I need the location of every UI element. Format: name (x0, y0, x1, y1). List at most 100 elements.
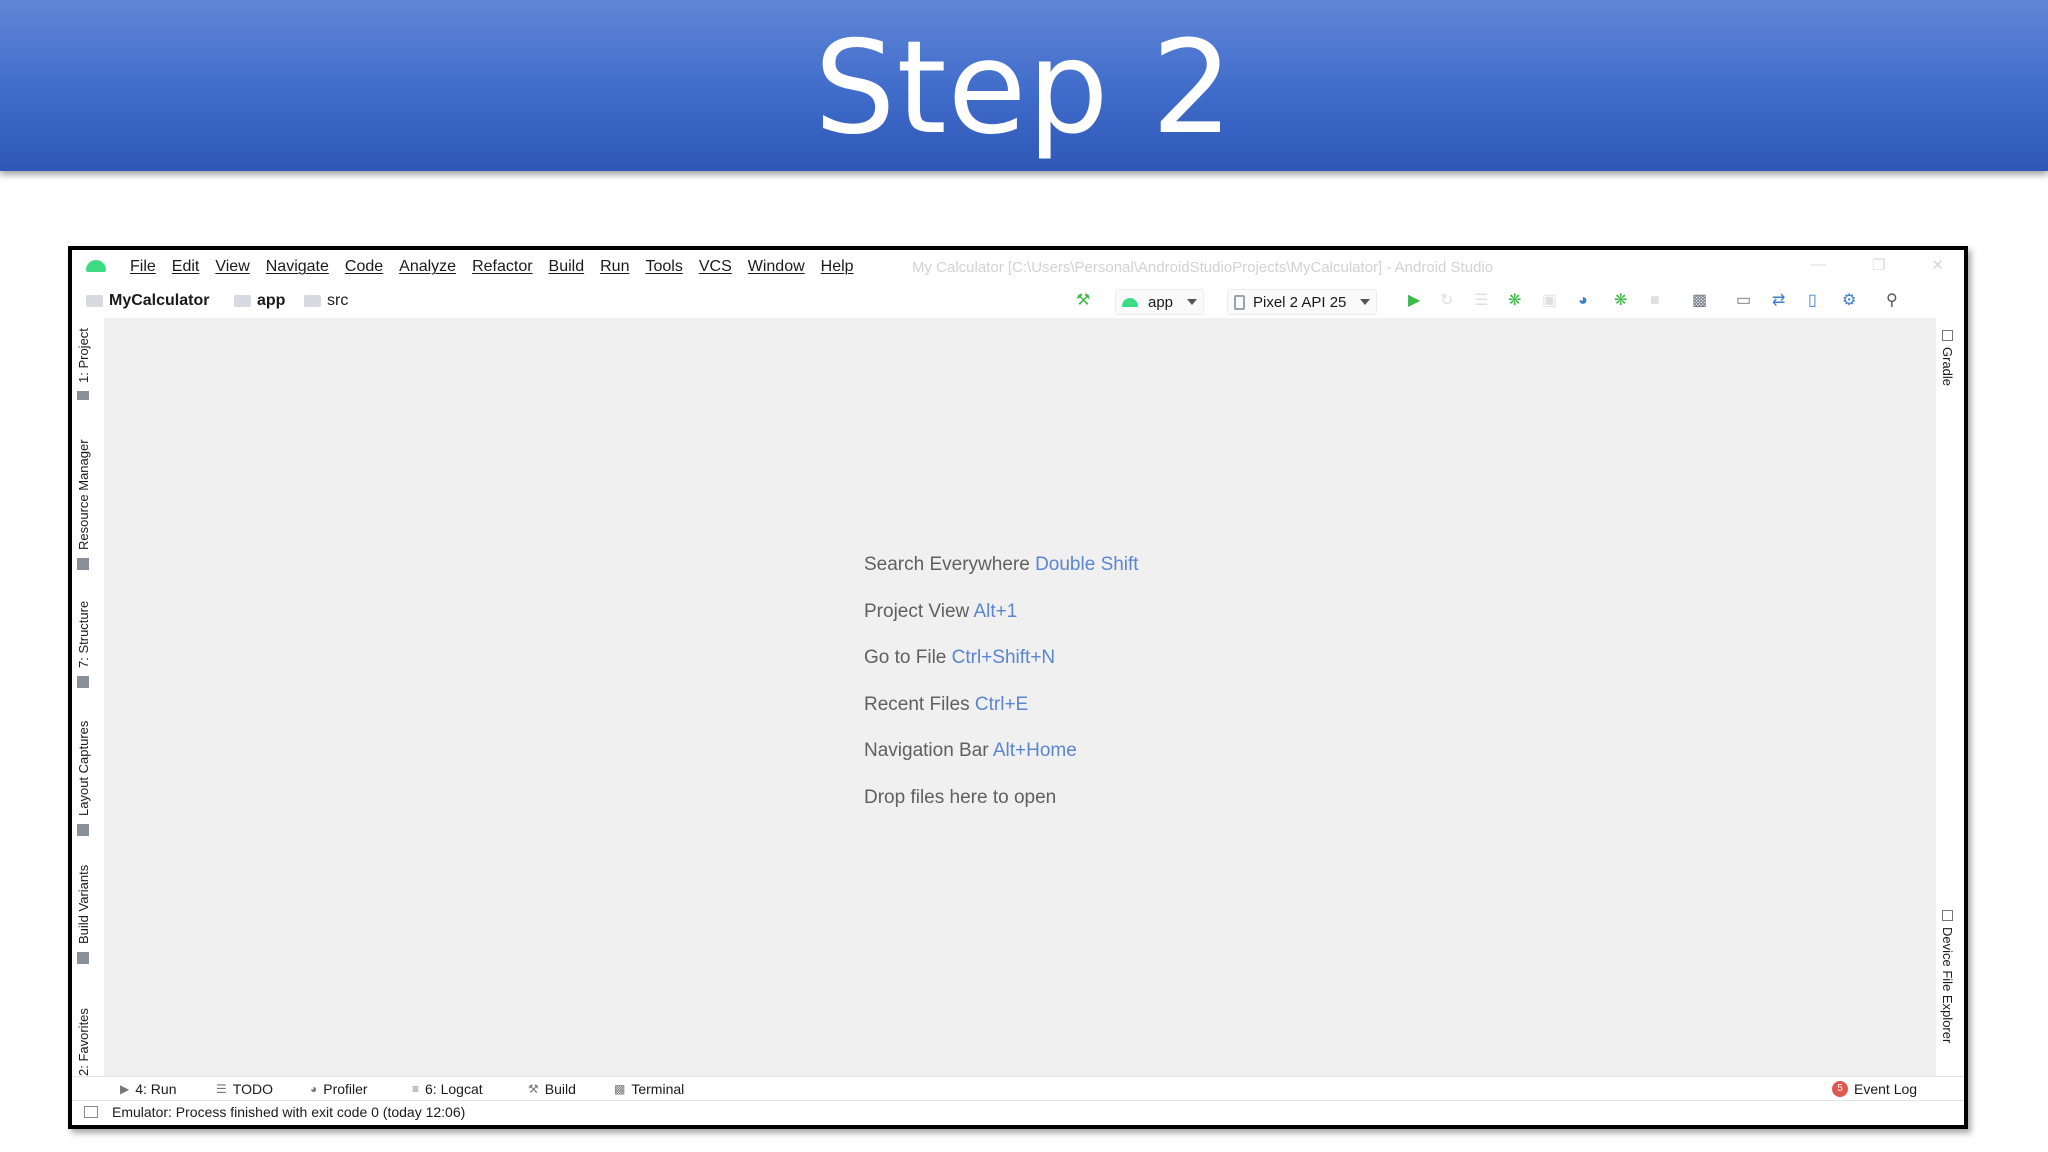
tab-device-file-explorer[interactable]: Device File Explorer (1940, 910, 1955, 1043)
hint-label: Search Everywhere (864, 554, 1030, 575)
menu-analyze[interactable]: Analyze (399, 258, 456, 276)
hint-label: Go to File (864, 647, 947, 668)
hammer-icon: ⚒ (528, 1082, 539, 1096)
tab-todo-label: TODO (232, 1081, 273, 1097)
hint-project-view: Project View Alt+1 (864, 601, 1139, 648)
chevron-down-icon (1187, 299, 1198, 305)
avd-manager-icon[interactable]: ▯ (1808, 293, 1817, 309)
attach-debugger-icon[interactable]: ❋ (1614, 293, 1627, 309)
tab-event-log[interactable]: 5 Event Log (1832, 1081, 1917, 1097)
apply-changes-icon[interactable]: ↻ (1440, 293, 1453, 309)
profiler-icon: ◕ (310, 1082, 318, 1096)
menu-bar: File Edit View Navigate Code Analyze Ref… (72, 250, 1964, 284)
chevron-down-icon (1360, 299, 1371, 305)
menu-edit[interactable]: Edit (172, 258, 200, 276)
resource-manager-icon (77, 558, 90, 570)
tab-todo[interactable]: ☰ TODO (216, 1081, 273, 1097)
tab-layout-captures-label: Layout Captures (76, 720, 91, 816)
tab-structure[interactable]: 7: Structure (76, 598, 91, 688)
tab-gradle[interactable]: Gradle (1940, 330, 1955, 386)
tab-build-label: Build (544, 1081, 576, 1097)
tab-event-log-label: Event Log (1854, 1081, 1918, 1097)
hint-shortcut: Ctrl+Shift+N (951, 647, 1056, 668)
build-variants-icon (77, 952, 90, 964)
hint-shortcut: Alt+Home (992, 740, 1077, 761)
minimize-icon[interactable]: — (1811, 256, 1826, 274)
tab-build[interactable]: ⚒ Build (528, 1081, 576, 1097)
device-icon (1942, 910, 1953, 921)
menu-help[interactable]: Help (821, 258, 854, 276)
hint-label: Navigation Bar (864, 740, 989, 761)
hint-search-everywhere: Search Everywhere Double Shift (864, 554, 1139, 601)
android-studio-window: File Edit View Navigate Code Analyze Ref… (68, 246, 1968, 1129)
tab-run[interactable]: ▶ 4: Run (120, 1081, 176, 1097)
hint-shortcut: Double Shift (1035, 554, 1139, 575)
hint-drop-files: Drop files here to open (864, 787, 1139, 834)
status-toggle-icon[interactable] (84, 1106, 98, 1118)
structure-icon (77, 676, 90, 688)
menu-view[interactable]: View (215, 258, 249, 276)
android-studio-icon (86, 260, 106, 272)
run-icon: ▶ (120, 1082, 130, 1096)
menu-items: File Edit View Navigate Code Analyze Ref… (130, 250, 870, 284)
device-dropdown[interactable]: Pixel 2 API 25 (1227, 289, 1378, 315)
tab-terminal[interactable]: ▩ Terminal (614, 1081, 684, 1097)
sync-gradle-icon[interactable]: ⇄ (1772, 293, 1785, 309)
run-icon[interactable]: ▶ (1408, 293, 1420, 309)
phone-icon (1234, 294, 1245, 310)
menu-code[interactable]: Code (345, 258, 383, 276)
layout-inspector-icon[interactable]: ▭ (1736, 293, 1751, 309)
window-title: My Calculator [C:\Users\Personal\Android… (912, 259, 1494, 276)
tab-build-variants[interactable]: Build Variants (76, 858, 91, 964)
close-icon[interactable]: ✕ (1931, 256, 1944, 274)
menu-refactor[interactable]: Refactor (472, 258, 532, 276)
right-tool-strip: Gradle Device File Explorer (1936, 318, 1964, 1077)
coverage-icon[interactable]: ▣ (1542, 293, 1557, 309)
menu-tools[interactable]: Tools (645, 258, 682, 276)
menu-window[interactable]: Window (748, 258, 805, 276)
left-tool-strip: 1: Project Resource Manager 7: Structure… (72, 318, 104, 1077)
hint-navigation-bar: Navigation Bar Alt+Home (864, 740, 1139, 787)
tab-profiler-label: Profiler (323, 1081, 368, 1097)
project-structure-icon[interactable]: ▩ (1692, 293, 1707, 309)
tab-gradle-label: Gradle (1940, 347, 1955, 387)
hammer-icon[interactable]: ⚒ (1076, 293, 1090, 309)
run-config-dropdown[interactable]: app (1115, 289, 1205, 315)
editor-area[interactable]: Search Everywhere Double Shift Project V… (104, 318, 1936, 1077)
hint-shortcut: Alt+1 (973, 600, 1018, 622)
slide-banner: Step 2 (0, 0, 2048, 171)
tab-favorites-label: 2: Favorites (76, 1008, 91, 1076)
tab-resource-manager-label: Resource Manager (76, 439, 91, 550)
tab-favorites[interactable]: 2: Favorites (76, 994, 91, 1076)
hint-shortcut: Ctrl+E (974, 693, 1029, 715)
menu-run[interactable]: Run (600, 258, 629, 276)
stop-icon[interactable]: ■ (1650, 293, 1660, 309)
profile-icon[interactable]: ◕ (1578, 293, 1588, 309)
status-message: Emulator: Process finished with exit cod… (112, 1104, 466, 1120)
tab-layout-captures[interactable]: Layout Captures (76, 718, 91, 836)
tab-logcat[interactable]: ≡ 6: Logcat (412, 1081, 483, 1097)
hint-label: Recent Files (864, 693, 970, 715)
hint-recent-files: Recent Files Ctrl+E (864, 694, 1139, 741)
logcat-icon: ≡ (412, 1082, 420, 1096)
tab-project[interactable]: 1: Project (76, 328, 91, 400)
sdk-manager-icon[interactable]: ⚙ (1842, 293, 1856, 309)
debug-icon[interactable]: ❋ (1508, 293, 1521, 309)
menu-build[interactable]: Build (549, 258, 585, 276)
hint-label: Project View (864, 600, 970, 622)
search-icon[interactable]: ⚲ (1886, 293, 1898, 309)
menu-vcs[interactable]: VCS (699, 258, 732, 276)
restore-icon[interactable]: ❐ (1872, 256, 1885, 274)
menu-navigate[interactable]: Navigate (266, 258, 329, 276)
device-label: Pixel 2 API 25 (1253, 293, 1347, 311)
status-bar: Emulator: Process finished with exit cod… (72, 1100, 1964, 1125)
tab-device-file-explorer-label: Device File Explorer (1940, 927, 1955, 1044)
tab-run-label: 4: Run (135, 1081, 177, 1097)
android-icon (1122, 297, 1138, 307)
tab-profiler[interactable]: ◕ Profiler (310, 1081, 368, 1097)
apply-code-changes-icon[interactable]: ☰ (1474, 293, 1488, 309)
tab-resource-manager[interactable]: Resource Manager (76, 436, 91, 570)
menu-file[interactable]: File (130, 258, 156, 276)
hint-go-to-file: Go to File Ctrl+Shift+N (864, 647, 1139, 694)
gradle-icon (1942, 330, 1953, 341)
